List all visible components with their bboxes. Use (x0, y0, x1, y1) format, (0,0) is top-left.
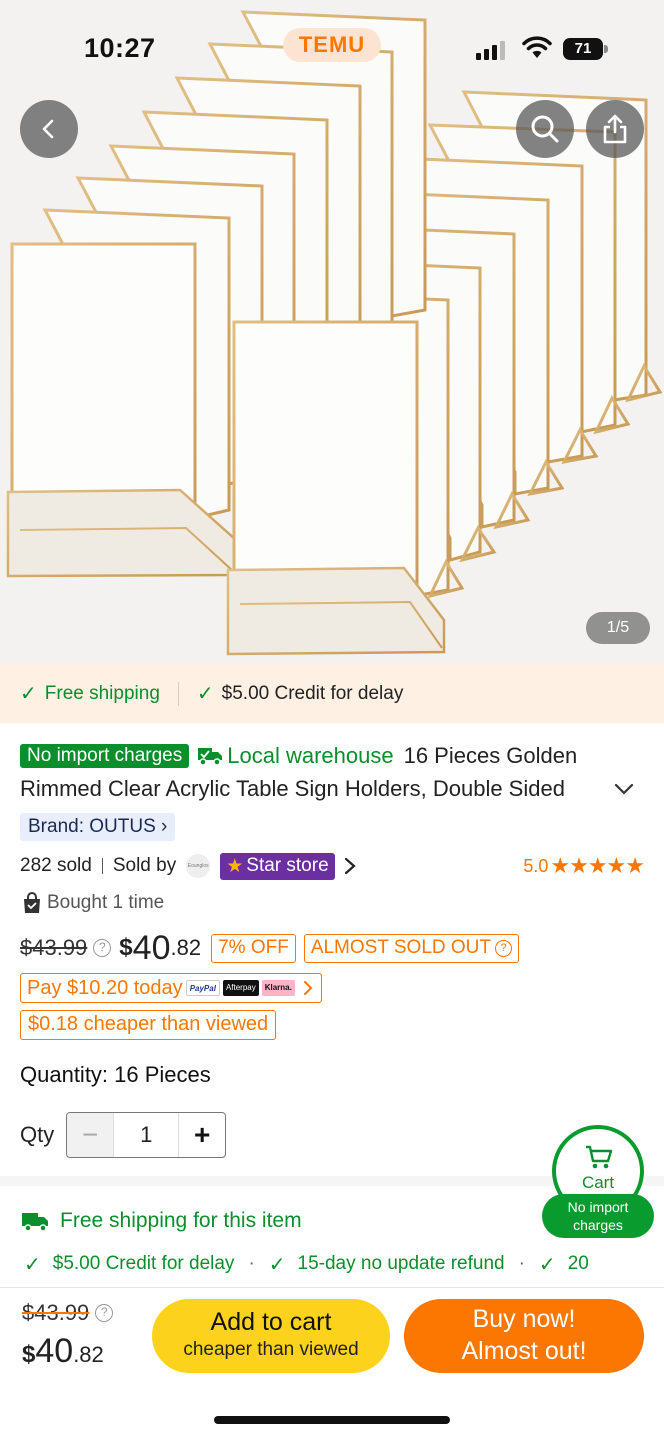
credit-delay-text: $5.00 Credit for delay (52, 1253, 235, 1274)
star-store-badge[interactable]: ★ Star store (220, 852, 335, 880)
no-import-text: No import (567, 1199, 629, 1215)
cart-label: Cart (581, 1173, 615, 1192)
buy-now-label: Buy now! (472, 1305, 576, 1333)
battery-icon: 71 (563, 38, 609, 60)
checkmark-icon: ✓ (196, 683, 214, 705)
cellular-signal-icon (476, 41, 505, 60)
free-shipping-row[interactable]: Free shipping for this item (20, 1206, 302, 1236)
chevron-left-icon (42, 119, 54, 139)
price-decimal: .82 (170, 935, 202, 960)
wifi-icon (522, 36, 552, 58)
battery-level: 71 (563, 38, 603, 60)
product-photo (6, 10, 663, 656)
rating-stars-icon: ★★★★★ (550, 853, 645, 878)
quantity-variant-label: Quantity: 16 Pieces (20, 1062, 211, 1087)
share-icon (603, 114, 627, 144)
rating-value: 5.0 (523, 855, 549, 876)
cheaper-than-viewed-tag: $0.18 cheaper than viewed (20, 1010, 277, 1040)
search-icon (531, 115, 559, 143)
no-import-charges-badge: No import charges (20, 744, 190, 768)
truck-icon (22, 1213, 48, 1232)
quantity-value[interactable]: 1 (113, 1113, 180, 1157)
temu-logo: TEMU (283, 28, 381, 62)
store-logo: Eounglos (186, 854, 211, 878)
cart-icon (586, 1145, 613, 1169)
increase-button[interactable]: + (179, 1113, 225, 1157)
status-bar: 10:27 TEMU 71 (0, 0, 664, 96)
discount-badge: 7% OFF (211, 933, 296, 963)
quantity-stepper[interactable]: − 1 + (66, 1112, 227, 1158)
product-title[interactable]: No import charges Local warehouse 16 Pie… (20, 740, 644, 806)
home-indicator[interactable] (214, 1416, 450, 1424)
chevron-down-icon[interactable] (614, 782, 634, 796)
sold-row: 282 sold Sold by Eounglos ★ Star store 5… (20, 852, 645, 880)
bought-text: Bought 1 time (47, 892, 165, 913)
title-text-line1: 16 Pieces Golden (403, 743, 578, 768)
free-shipping-text: Free shipping (44, 682, 160, 704)
local-warehouse-label: Local warehouse (197, 743, 394, 769)
sold-count: 282 sold (20, 855, 92, 876)
bottom-current-price: $ 40 .82 (22, 1332, 114, 1371)
truck-icon (198, 748, 223, 766)
pay-later-row[interactable]: Pay $10.20 today PayPal Afterpay Klarna. (20, 973, 322, 1003)
checkmark-icon: ✓ (20, 683, 37, 705)
store-name: Star store (246, 855, 329, 876)
checkmark-icon: ✓ (24, 1253, 41, 1276)
price-row: $43.99 ? $ 40 .82 7% OFF ALMOST SOLD OUT… (20, 928, 527, 968)
currency-symbol: $ (22, 1341, 36, 1368)
brand-link[interactable]: Brand: OUTUS › (20, 813, 176, 841)
qty-row: Qty − 1 + (20, 1112, 227, 1158)
klarna-logo: Klarna. (261, 980, 295, 996)
credit-delay-text: $5.00 Credit for delay (221, 682, 404, 704)
share-button[interactable] (586, 100, 644, 158)
brand-text: Brand: OUTUS (28, 816, 156, 837)
guarantee-row[interactable]: ✓ $5.00 Credit for delay · ✓ 15-day no u… (24, 1250, 664, 1278)
no-import-charges-pill: No import charges (542, 1194, 654, 1238)
help-icon[interactable]: ? (93, 939, 112, 957)
afterpay-logo: Afterpay (222, 980, 259, 996)
title-text-line2: Rimmed Clear Acrylic Table Sign Holders,… (20, 776, 565, 801)
status-time: 10:27 (84, 33, 156, 63)
qty-label: Qty (20, 1122, 55, 1147)
checkmark-icon: ✓ (538, 1253, 556, 1276)
sold-by-label: Sold by (112, 855, 177, 876)
price-integer: 40 (132, 928, 171, 967)
chevron-right-icon[interactable] (341, 856, 359, 876)
original-price: $43.99 (20, 935, 88, 960)
more-guarantee-text: 20 (567, 1253, 589, 1274)
paypal-logo: PayPal (185, 980, 220, 996)
almost-sold-out-text: ALMOST SOLD OUT (310, 937, 491, 958)
promo-strip[interactable]: ✓ Free shipping ✓ $5.00 Credit for delay (0, 664, 664, 723)
help-icon: ? (495, 939, 512, 957)
back-button[interactable] (20, 100, 78, 158)
free-shipping-item-text: Free shipping for this item (60, 1209, 302, 1232)
checkmark-icon: ✓ (268, 1253, 286, 1276)
almost-sold-out-badge[interactable]: ALMOST SOLD OUT ? (303, 933, 519, 963)
price-decimal: .82 (73, 1342, 104, 1367)
image-pager: 1/5 (586, 612, 650, 644)
star-icon: ★ (226, 855, 244, 877)
search-button[interactable] (516, 100, 574, 158)
buy-now-button[interactable]: Buy now! Almost out! (404, 1299, 644, 1373)
bottom-original-price: $43.99 ? (22, 1300, 121, 1326)
charges-text: charges (573, 1217, 623, 1233)
almost-out-label: Almost out! (461, 1337, 587, 1365)
bottom-old-price-text: $43.99 (22, 1300, 90, 1325)
local-warehouse-text: Local warehouse (227, 743, 394, 768)
decrease-button[interactable]: − (67, 1113, 114, 1157)
add-to-cart-button[interactable]: Add to cart cheaper than viewed (152, 1299, 390, 1373)
chevron-right-icon (303, 981, 313, 995)
pay-today-text: Pay $10.20 today (27, 976, 183, 999)
rating[interactable]: 5.0 ★★★★★ (523, 853, 645, 879)
shopping-bag-icon (24, 892, 40, 913)
help-icon[interactable]: ? (95, 1304, 114, 1322)
price-integer: 40 (35, 1332, 74, 1370)
refund-text: 15-day no update refund (297, 1253, 505, 1274)
add-to-cart-label: Add to cart (210, 1308, 332, 1336)
chevron-right-icon: › (161, 816, 168, 837)
product-image-carousel[interactable]: 10:27 TEMU 71 1/5 (0, 0, 664, 664)
add-to-cart-sublabel: cheaper than viewed (183, 1339, 359, 1360)
bought-info: Bought 1 time (22, 890, 164, 916)
currency-symbol: $ (119, 934, 133, 961)
